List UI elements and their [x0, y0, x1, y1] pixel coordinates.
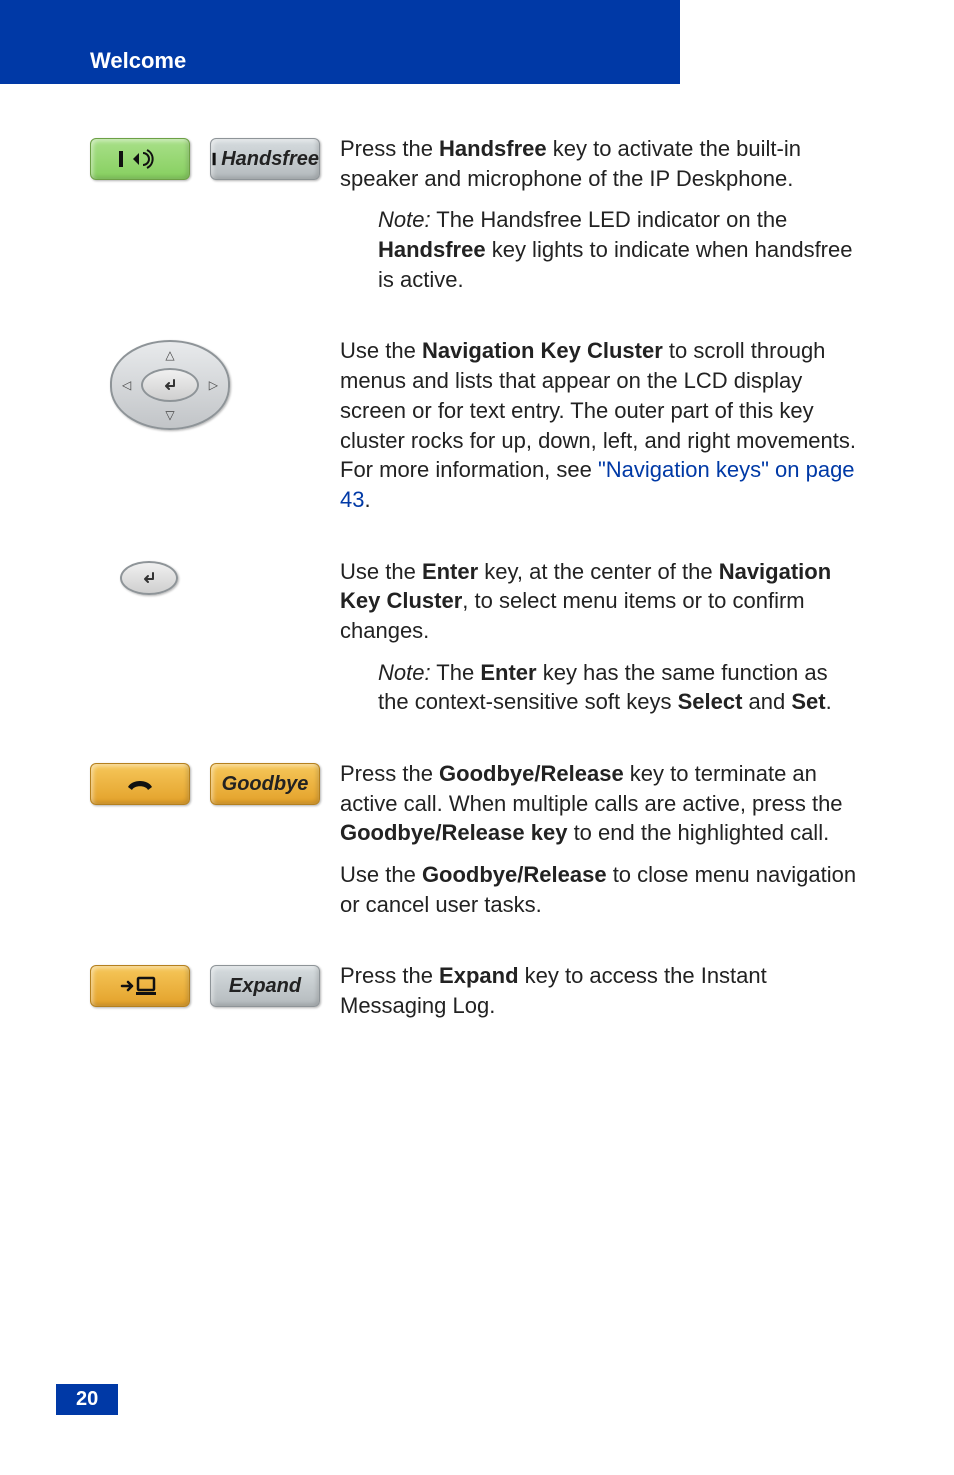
- text-nav: Use the Navigation Key Cluster to scroll…: [340, 336, 864, 526]
- enter-icon: [162, 378, 178, 392]
- enter-icon: [141, 571, 157, 585]
- chevron-right-icon: ▷: [209, 378, 218, 392]
- text-bold: Navigation Key Cluster: [422, 338, 663, 363]
- speaker-icon: [115, 147, 165, 171]
- text: .: [364, 487, 370, 512]
- text-bold: Select: [678, 689, 743, 714]
- text: and: [742, 689, 791, 714]
- text-bold: Goodbye/Release key: [340, 820, 567, 845]
- text: The Handsfree LED indicator on the: [431, 207, 788, 232]
- icon-col-nav: △ ▽ ◁ ▷: [90, 336, 340, 430]
- header-banner: Welcome: [0, 0, 680, 84]
- expand-softkey-label: Expand: [229, 975, 301, 998]
- handsfree-hardkey: [90, 138, 190, 180]
- chevron-up-icon: △: [165, 348, 174, 362]
- footer: 20: [56, 1384, 118, 1415]
- text-expand: Press the Expand key to access the Insta…: [340, 961, 864, 1032]
- text: Press the: [340, 761, 439, 786]
- text: Press the: [340, 963, 439, 988]
- text-bold: Set: [791, 689, 825, 714]
- chevron-left-icon: ◁: [122, 378, 131, 392]
- text: .: [826, 689, 832, 714]
- text-bold: Handsfree: [439, 136, 547, 161]
- hangup-icon: [122, 773, 158, 795]
- goodbye-para1: Press the Goodbye/Release key to termina…: [340, 759, 864, 848]
- text: Use the: [340, 338, 422, 363]
- text-enter: Use the Enter key, at the center of the …: [340, 557, 864, 729]
- icon-col-handsfree: Handsfree: [90, 134, 340, 180]
- text-bold: Goodbye/Release: [439, 761, 624, 786]
- led-indicator-icon: [211, 149, 217, 169]
- page-number: 20: [56, 1384, 118, 1415]
- row-enter: Use the Enter key, at the center of the …: [90, 557, 864, 729]
- expand-hardkey: [90, 965, 190, 1007]
- icon-col-goodbye: Goodbye: [90, 759, 340, 805]
- text-bold: Enter: [422, 559, 478, 584]
- row-handsfree: Handsfree Press the Handsfree key to act…: [90, 134, 864, 306]
- note-label: Note:: [378, 207, 431, 232]
- goodbye-para2: Use the Goodbye/Release to close menu na…: [340, 860, 864, 919]
- row-goodbye: Goodbye Press the Goodbye/Release key to…: [90, 759, 864, 931]
- text: Use the: [340, 559, 422, 584]
- text: The: [431, 660, 481, 685]
- text: Press the: [340, 136, 439, 161]
- text-handsfree: Press the Handsfree key to activate the …: [340, 134, 864, 306]
- text-bold: Expand: [439, 963, 518, 988]
- text-goodbye: Press the Goodbye/Release key to termina…: [340, 759, 864, 931]
- chevron-down-icon: ▽: [165, 408, 174, 422]
- text: key, at the center of the: [478, 559, 719, 584]
- enter-note: Note: The Enter key has the same functio…: [378, 658, 864, 717]
- page-title: Welcome: [90, 48, 186, 74]
- navigation-cluster-key: △ ▽ ◁ ▷: [110, 340, 230, 430]
- row-expand: Expand Press the Expand key to access th…: [90, 961, 864, 1032]
- note-label: Note:: [378, 660, 431, 685]
- expand-para: Press the Expand key to access the Insta…: [340, 961, 864, 1020]
- goodbye-hardkey: [90, 763, 190, 805]
- handsfree-note: Note: The Handsfree LED indicator on the…: [378, 205, 864, 294]
- nav-para: Use the Navigation Key Cluster to scroll…: [340, 336, 864, 514]
- text-bold: Handsfree: [378, 237, 486, 262]
- text: to end the highlighted call.: [567, 820, 829, 845]
- text: Use the: [340, 862, 422, 887]
- handsfree-softkey-label: Handsfree: [221, 148, 319, 171]
- content: Handsfree Press the Handsfree key to act…: [0, 84, 954, 1033]
- goodbye-softkey-label: Goodbye: [222, 773, 309, 796]
- enter-hardkey: [120, 561, 178, 595]
- handsfree-softkey: Handsfree: [210, 138, 320, 180]
- text-bold: Enter: [480, 660, 536, 685]
- icon-col-expand: Expand: [90, 961, 340, 1007]
- handsfree-para1: Press the Handsfree key to activate the …: [340, 134, 864, 193]
- text-bold: Goodbye/Release: [422, 862, 607, 887]
- goodbye-softkey: Goodbye: [210, 763, 320, 805]
- enter-para1: Use the Enter key, at the center of the …: [340, 557, 864, 646]
- nav-enter-center: [141, 368, 199, 402]
- row-nav: △ ▽ ◁ ▷ Use the Navigation Key Cluster t…: [90, 336, 864, 526]
- expand-softkey: Expand: [210, 965, 320, 1007]
- expand-icon: [118, 974, 162, 998]
- icon-col-enter: [90, 557, 340, 595]
